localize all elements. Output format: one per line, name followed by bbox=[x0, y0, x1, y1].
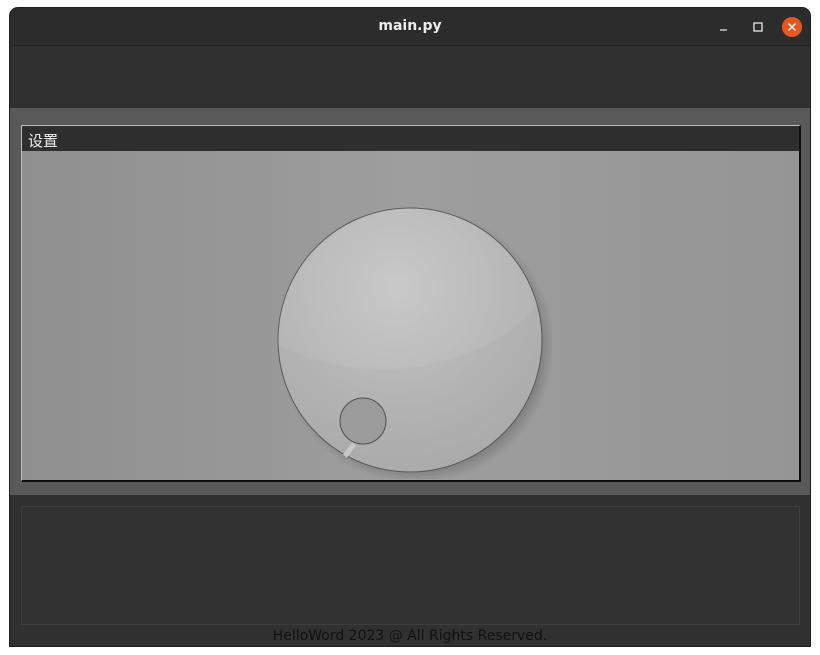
toolbar-area bbox=[10, 46, 810, 108]
minimize-button[interactable] bbox=[714, 17, 734, 37]
close-icon bbox=[788, 23, 796, 31]
minimize-icon bbox=[720, 29, 727, 31]
settings-groupbox: 设置 bbox=[21, 125, 801, 482]
dial-knob[interactable] bbox=[272, 199, 552, 479]
settings-title: 设置 bbox=[28, 132, 59, 150]
app-window: main.py 设置 HelloWord 2023 @ All Rights R… bbox=[10, 8, 810, 646]
settings-body bbox=[22, 151, 799, 480]
footer-copyright: HelloWord 2023 @ All Rights Reserved. bbox=[272, 628, 548, 644]
dial-indicator bbox=[339, 397, 387, 445]
maximize-icon bbox=[753, 22, 763, 32]
close-button[interactable] bbox=[782, 17, 802, 37]
settings-header: 设置 bbox=[22, 126, 799, 151]
title-bar[interactable]: main.py bbox=[10, 8, 810, 46]
maximize-button[interactable] bbox=[748, 17, 768, 37]
output-panel bbox=[21, 506, 800, 625]
window-title: main.py bbox=[378, 18, 442, 34]
